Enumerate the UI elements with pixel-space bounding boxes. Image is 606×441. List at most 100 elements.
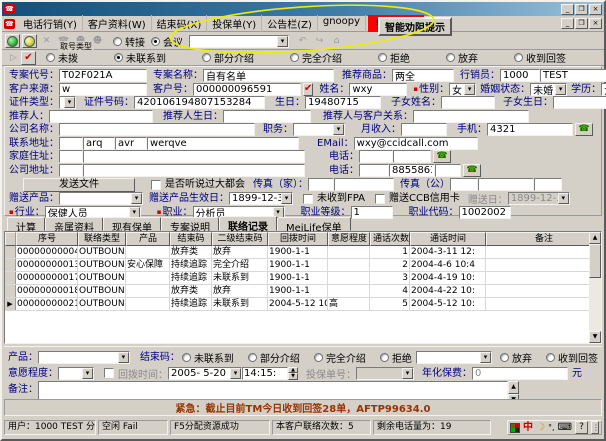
- col-header-endcode[interactable]: 结束码: [170, 232, 212, 246]
- email-input[interactable]: [354, 137, 478, 150]
- company-address-input-1[interactable]: [59, 164, 83, 177]
- phone2-input-2[interactable]: [389, 164, 435, 177]
- answer-call-button[interactable]: [5, 34, 20, 48]
- halfwidth-moon-icon[interactable]: ☽: [536, 421, 545, 434]
- col-header-seq[interactable]: 序号: [16, 232, 78, 246]
- premium-input[interactable]: [472, 367, 568, 380]
- tray-gripper[interactable]: ⋮: [591, 421, 599, 434]
- agent-id-input[interactable]: [500, 69, 540, 82]
- referrer-input[interactable]: [49, 110, 153, 123]
- tab[interactable]: 专案说明: [161, 217, 219, 231]
- col-header-remark[interactable]: 备注: [486, 232, 601, 246]
- reject-reason-select[interactable]: [416, 351, 492, 364]
- dial-type-radio[interactable]: 拒绝: [378, 50, 410, 65]
- col-header-call-count[interactable]: 通话次数: [370, 232, 410, 246]
- table-row[interactable]: 00000000018 OUTBOUND 放弃类 放弃 1900-1-1 4 2…: [5, 285, 601, 298]
- product-select[interactable]: [38, 351, 130, 364]
- fax-home-input-1[interactable]: [308, 178, 334, 191]
- spinner-up-icon[interactable]: ▲: [508, 381, 519, 394]
- heard-metlife-checkbox[interactable]: [151, 180, 161, 190]
- tab[interactable]: 计算: [7, 217, 45, 231]
- send-file-button[interactable]: 发送文件: [23, 178, 135, 192]
- home-address-input-1[interactable]: [59, 150, 83, 163]
- gift-effective-date-select[interactable]: 1899-12-30: [229, 192, 293, 205]
- table-row[interactable]: 00000000013 OUTBOUND 安心保障 持续追踪 完全介绍 1900…: [5, 259, 601, 272]
- agent-name-input[interactable]: [540, 69, 606, 82]
- education-select[interactable]: 大学: [601, 83, 606, 96]
- tab[interactable]: MeiLife保单: [277, 217, 351, 231]
- col-header-callback-time[interactable]: 回拨时间: [268, 232, 328, 246]
- mdi-minimize-button[interactable]: _: [561, 18, 574, 29]
- confirm-button[interactable]: ✔: [21, 51, 36, 65]
- contact-address-input-1[interactable]: [59, 137, 83, 150]
- referrer-birthday-input[interactable]: [223, 110, 311, 123]
- menu-item[interactable]: 电话行销(Y): [18, 15, 83, 32]
- forward-button[interactable]: ↪: [312, 34, 327, 48]
- scroll-down-icon[interactable]: ▼: [589, 331, 601, 343]
- mdi-restore-button[interactable]: ❐: [575, 18, 588, 29]
- referrer-relation-input[interactable]: [413, 110, 529, 123]
- dial-type-radio[interactable]: 未拨: [46, 50, 78, 65]
- phone2-input-3[interactable]: [435, 164, 461, 177]
- endcode-radio[interactable]: 未联系到: [182, 350, 234, 365]
- child-birthday-input[interactable]: [553, 96, 606, 109]
- menu-item[interactable]: 投保单(Y): [207, 15, 262, 32]
- dial-type-radio[interactable]: 未联系到: [114, 50, 166, 65]
- dial-type-radio[interactable]: 部分介绍: [202, 50, 254, 65]
- conference-radio[interactable]: 会议: [151, 34, 183, 49]
- close-button[interactable]: ×: [589, 4, 602, 15]
- phone1-dial-button[interactable]: ☎: [433, 150, 451, 163]
- company-address-input-2[interactable]: [83, 164, 305, 177]
- gift-product-select[interactable]: [59, 192, 143, 205]
- ccb-checkbox[interactable]: [375, 194, 385, 204]
- recommend-product-input[interactable]: [392, 69, 454, 82]
- contact-address-input-2[interactable]: [83, 137, 115, 150]
- endcode-radio[interactable]: 拒绝: [380, 350, 412, 365]
- help-button[interactable]: ?: [575, 421, 588, 434]
- conference-target-select[interactable]: [189, 35, 289, 48]
- child-name-input[interactable]: [441, 96, 495, 109]
- phone2-input-1[interactable]: [359, 164, 389, 177]
- play-button[interactable]: ▷: [6, 51, 21, 65]
- endcode-radio[interactable]: 收到回签: [546, 350, 598, 365]
- fpa-checkbox[interactable]: [303, 194, 313, 204]
- tab[interactable]: 现有保单: [103, 217, 161, 231]
- customer-source-input[interactable]: [59, 83, 147, 96]
- scroll-up-icon[interactable]: ▲: [589, 232, 601, 244]
- menu-item[interactable]: 结束码(X): [152, 15, 208, 32]
- transfer-radio[interactable]: 转接: [113, 34, 145, 49]
- minimize-button[interactable]: _: [561, 4, 574, 15]
- menu-item[interactable]: 公告栏(Z): [262, 15, 318, 32]
- col-header-product[interactable]: 产品: [126, 232, 170, 246]
- soft-keyboard-icon[interactable]: ⌨: [558, 421, 572, 434]
- name-input[interactable]: [349, 83, 407, 96]
- col-header-contact-type[interactable]: 联络类型: [78, 232, 126, 246]
- callback-time-input[interactable]: 14:15:: [242, 367, 288, 380]
- callback-date-select[interactable]: 2005- 5-20: [168, 367, 242, 380]
- softphone-tray-icon[interactable]: [510, 423, 520, 433]
- mobile-input[interactable]: [487, 123, 573, 136]
- phone1-input-1[interactable]: [359, 150, 393, 163]
- dial-type-radio[interactable]: 放弃: [446, 50, 478, 65]
- project-name-input[interactable]: [203, 69, 334, 82]
- tab[interactable]: 联络记录: [219, 216, 277, 231]
- customer-no-input[interactable]: [193, 83, 301, 96]
- col-header-call-time[interactable]: 通话时间: [410, 232, 486, 246]
- phone1-input-2[interactable]: [393, 150, 431, 163]
- endcode-radio[interactable]: 放弃: [500, 350, 532, 365]
- income-input[interactable]: [401, 123, 447, 136]
- ime-language-icon[interactable]: 中: [523, 421, 533, 434]
- table-row[interactable]: 00000000017 OUTBOUND 持续追踪 未联系到 1900-1-1 …: [5, 272, 601, 285]
- id-type-select[interactable]: [59, 96, 76, 109]
- col-header-sub-endcode[interactable]: 二级结束码: [212, 232, 268, 246]
- punctuation-icon[interactable]: °,: [548, 421, 555, 434]
- vertical-scrollbar[interactable]: ▲ ▼: [589, 232, 601, 343]
- table-row[interactable]: ▶ 00000000021 OUTBOUND 持续追踪 未联系到 2004-5-…: [5, 298, 601, 311]
- company-name-input[interactable]: [59, 123, 255, 136]
- fax-office-input-3[interactable]: [534, 178, 562, 191]
- hangup-button[interactable]: ✕: [39, 34, 54, 48]
- restore-button[interactable]: ❐: [575, 4, 588, 15]
- mobile-dial-button[interactable]: ☎: [575, 123, 593, 136]
- mdi-close-button[interactable]: ×: [589, 18, 602, 29]
- position-select[interactable]: [293, 123, 345, 136]
